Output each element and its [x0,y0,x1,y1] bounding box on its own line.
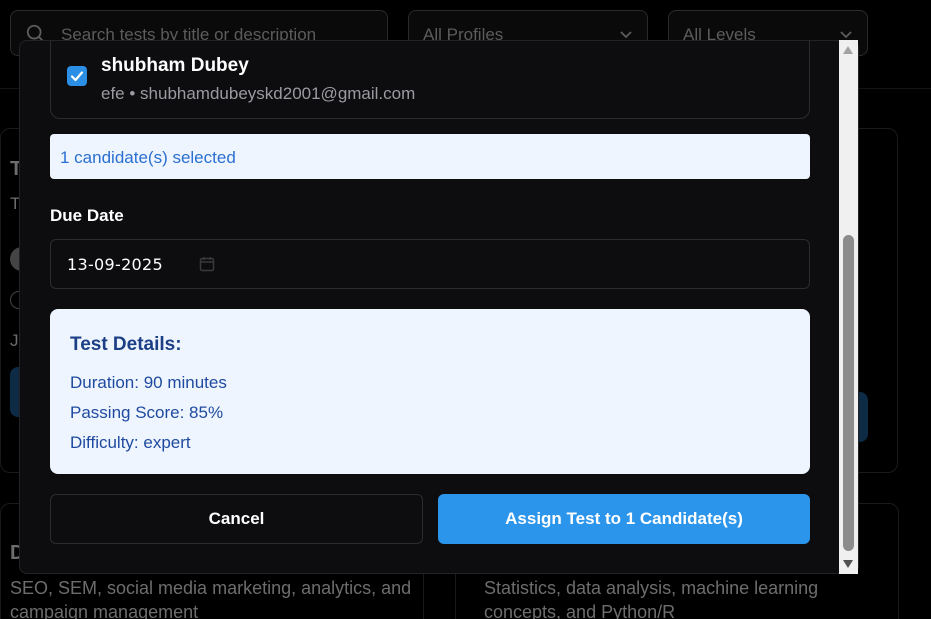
chevron-down-icon [620,31,632,39]
card-description: campaign management [10,602,199,619]
cancel-button[interactable]: Cancel [50,494,423,544]
test-passing-score: Passing Score: 85% [70,403,224,422]
assign-test-modal: shubham Dubey efe • shubhamdubeyskd2001@… [19,40,859,574]
candidate-name: shubham Dubey [101,55,249,76]
test-details-panel: Test Details: Duration: 90 minutes Passi… [50,309,810,474]
card-description: concepts, and Python/R [484,602,676,619]
card-text-fragment: J [10,331,19,350]
due-date-value: 13-09-2025 [67,255,163,274]
due-date-input[interactable]: 13-09-2025 [50,239,810,289]
selection-count-banner: 1 candidate(s) selected [50,134,810,179]
test-duration: Duration: 90 minutes [70,373,227,392]
card-description: Statistics, data analysis, machine learn… [484,578,819,598]
card-description: SEO, SEM, social media marketing, analyt… [10,578,412,598]
scroll-up-arrow-icon[interactable] [843,46,853,54]
assign-test-button[interactable]: Assign Test to 1 Candidate(s) [438,494,810,544]
scroll-down-arrow-icon[interactable] [843,560,853,568]
due-date-label: Due Date [50,206,124,225]
candidate-list-item[interactable]: shubham Dubey efe • shubhamdubeyskd2001@… [50,41,810,119]
scrollbar-thumb[interactable] [843,235,854,551]
chevron-down-icon [840,31,852,39]
check-icon [70,71,84,82]
selection-count-text: 1 candidate(s) selected [60,148,236,167]
test-details-title: Test Details: [70,334,182,355]
candidate-checkbox[interactable] [67,66,87,86]
candidate-email: efe • shubhamdubeyskd2001@gmail.com [101,84,416,103]
modal-scrollbar[interactable] [839,40,858,574]
test-difficulty: Difficulty: expert [70,433,191,452]
calendar-icon[interactable] [199,256,215,272]
